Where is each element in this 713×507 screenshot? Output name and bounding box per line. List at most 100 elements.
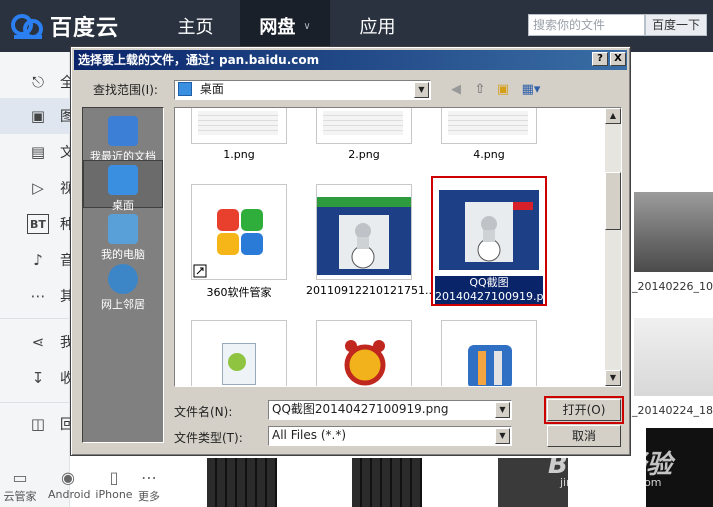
scroll-up-icon[interactable]: ▲ xyxy=(605,108,621,124)
dialog-title-bar[interactable]: 选择要上载的文件，通过: pan.baidu.com xyxy=(74,50,627,70)
lookin-value: 桌面 xyxy=(199,82,224,96)
view-menu-icon[interactable]: ▦▾ xyxy=(519,81,543,99)
filename-value: QQ截图20140427100919.png xyxy=(272,402,449,416)
sidebar-divider xyxy=(0,318,70,319)
file-thumbnail-selected[interactable]: QQ截图 20140427100919.png xyxy=(431,176,547,306)
place-desktop[interactable]: 桌面 xyxy=(83,160,163,212)
chevron-down-icon[interactable]: ▼ xyxy=(495,402,510,418)
file-list[interactable]: 1.png 2.png 4.png 360软件管家 20110912210121… xyxy=(174,107,622,387)
download-iphone-client[interactable]: ▯ iPhone xyxy=(94,468,134,501)
cancel-button[interactable]: 取消 xyxy=(547,425,621,447)
chevron-down-icon[interactable]: ▼ xyxy=(414,82,429,98)
android-icon: ◉ xyxy=(61,468,75,487)
new-folder-icon[interactable]: ▣ xyxy=(494,81,512,99)
client-label: 更多 xyxy=(138,490,160,503)
photo-thumbnail[interactable] xyxy=(634,318,713,396)
file-thumbnail[interactable] xyxy=(191,108,287,144)
search-placeholder: 搜索你的文件 xyxy=(533,18,606,32)
photo-thumbnail[interactable] xyxy=(207,458,277,507)
filename-input[interactable]: QQ截图20140427100919.png ▼ xyxy=(268,400,512,420)
file-name: 360软件管家 xyxy=(206,286,272,299)
network-places-icon xyxy=(108,264,138,294)
download-pc-client[interactable]: ▭ 云管家 xyxy=(0,468,40,504)
filetype-select[interactable]: All Files (*.*) ▼ xyxy=(268,426,512,446)
search-button[interactable]: 百度一下 xyxy=(645,14,707,36)
nav-netdisk[interactable]: 网盘 ∨ xyxy=(240,0,330,52)
sidebar-item-other[interactable]: ⋯ 其 xyxy=(0,278,75,314)
recent-documents-icon xyxy=(108,116,138,146)
scroll-thumb[interactable] xyxy=(605,172,621,230)
chevron-down-icon[interactable]: ▼ xyxy=(495,428,510,444)
top-nav-bar: 百度云 主页 网盘 ∨ 应用 搜索你的文件 百度一下 xyxy=(0,0,713,52)
close-button[interactable]: X xyxy=(610,52,626,66)
client-label: Android xyxy=(48,488,91,501)
watermark-url: jingyan.baidu.com xyxy=(560,476,662,489)
place-label: 网上邻居 xyxy=(101,298,145,311)
up-folder-icon[interactable]: ⇧ xyxy=(471,81,489,99)
file-thumbnail[interactable] xyxy=(441,320,537,386)
sidebar-item-documents[interactable]: ▤ 文 xyxy=(0,134,74,170)
nav-netdisk-label: 网盘 xyxy=(259,17,296,38)
upload-tray-icon: ⎋ xyxy=(32,73,44,91)
file-thumbnail[interactable] xyxy=(316,320,412,386)
desktop-icon xyxy=(178,82,192,96)
more-dots-icon: ⋯ xyxy=(141,468,157,487)
sidebar-item-torrents[interactable]: BT 种 xyxy=(0,206,74,242)
sidebar-item-inbox[interactable]: ↧ 收 xyxy=(0,360,74,396)
video-icon: ▷ xyxy=(32,179,44,197)
sidebar-item-images[interactable]: ▣ 图 xyxy=(0,98,74,134)
baidu-cloud-logo[interactable]: 百度云 xyxy=(10,8,119,44)
inbox-icon: ↧ xyxy=(31,369,45,387)
sidebar-item-my-shares[interactable]: ⋖ 我 xyxy=(0,324,74,360)
monitor-icon: ▭ xyxy=(12,468,28,487)
sidebar-item-videos[interactable]: ▷ 视 xyxy=(0,170,74,206)
file-thumbnail[interactable] xyxy=(441,108,537,144)
nav-apps-label: 应用 xyxy=(359,17,396,38)
file-thumbnail[interactable] xyxy=(316,108,412,144)
photo-thumbnail[interactable] xyxy=(352,458,422,507)
file-name: 1.png xyxy=(223,148,255,161)
file-thumbnail[interactable] xyxy=(316,184,412,280)
places-bar: 我最近的文档 桌面 我的电脑 网上邻居 xyxy=(82,107,164,443)
help-button[interactable]: ? xyxy=(592,52,608,66)
tools-icon xyxy=(468,345,512,386)
trash-icon: ◫ xyxy=(30,415,46,433)
place-my-computer[interactable]: 我的电脑 xyxy=(83,214,163,262)
search-input[interactable]: 搜索你的文件 xyxy=(528,14,645,36)
file-name: 20110912210121751... xyxy=(306,284,436,297)
more-icon: ⋯ xyxy=(30,287,46,305)
more-clients[interactable]: ⋯ 更多 xyxy=(134,468,164,504)
open-button[interactable]: 打开(O) xyxy=(544,396,624,424)
download-android-client[interactable]: ◉ Android xyxy=(48,468,91,501)
left-sidebar: ⎋ 全 ▣ 图 ▤ 文 ▷ 视 BT 种 ♪ 音 ⋯ 其 ⋖ 我 ↧ 收 ◫ 回 xyxy=(0,52,75,507)
file-upload-dialog: 选择要上载的文件，通过: pan.baidu.com ? X 查找范围(I): … xyxy=(70,46,631,456)
sidebar-item-recycle-bin[interactable]: ◫ 回 xyxy=(0,406,74,442)
nav-apps[interactable]: 应用 xyxy=(335,0,420,52)
nav-home-label: 主页 xyxy=(177,17,214,38)
place-label: 桌面 xyxy=(112,199,134,212)
scroll-down-icon[interactable]: ▼ xyxy=(605,370,621,386)
sidebar-divider xyxy=(0,402,70,403)
music-icon: ♪ xyxy=(33,251,43,269)
file-thumbnail[interactable] xyxy=(191,320,287,386)
file-list-scrollbar[interactable]: ▲ ▼ xyxy=(605,108,621,386)
cloud-logo-icon xyxy=(11,14,43,39)
photo-thumbnail[interactable] xyxy=(634,192,713,272)
sidebar-item-music[interactable]: ♪ 音 xyxy=(0,242,74,278)
file-name-line2: 20140427100919.png xyxy=(435,290,547,304)
sidebar-item-all[interactable]: ⎋ 全 xyxy=(0,64,74,100)
file-thumbnail[interactable] xyxy=(191,184,287,280)
place-recent-documents[interactable]: 我最近的文档 xyxy=(83,116,163,164)
lookin-select[interactable]: 桌面 ▼ xyxy=(174,80,431,100)
filename-label: 文件名(N): xyxy=(174,405,233,419)
client-label: 云管家 xyxy=(3,490,37,503)
nav-home[interactable]: 主页 xyxy=(153,0,238,52)
logo-text: 百度云 xyxy=(50,16,120,41)
image-preview xyxy=(317,197,411,275)
back-icon[interactable]: ◀ xyxy=(447,81,465,99)
place-network[interactable]: 网上邻居 xyxy=(83,264,163,312)
document-icon: ▤ xyxy=(30,143,46,161)
place-label: 我的电脑 xyxy=(101,248,145,261)
chevron-down-icon[interactable]: ∨ xyxy=(303,21,310,32)
file-name: 4.png xyxy=(473,148,505,161)
